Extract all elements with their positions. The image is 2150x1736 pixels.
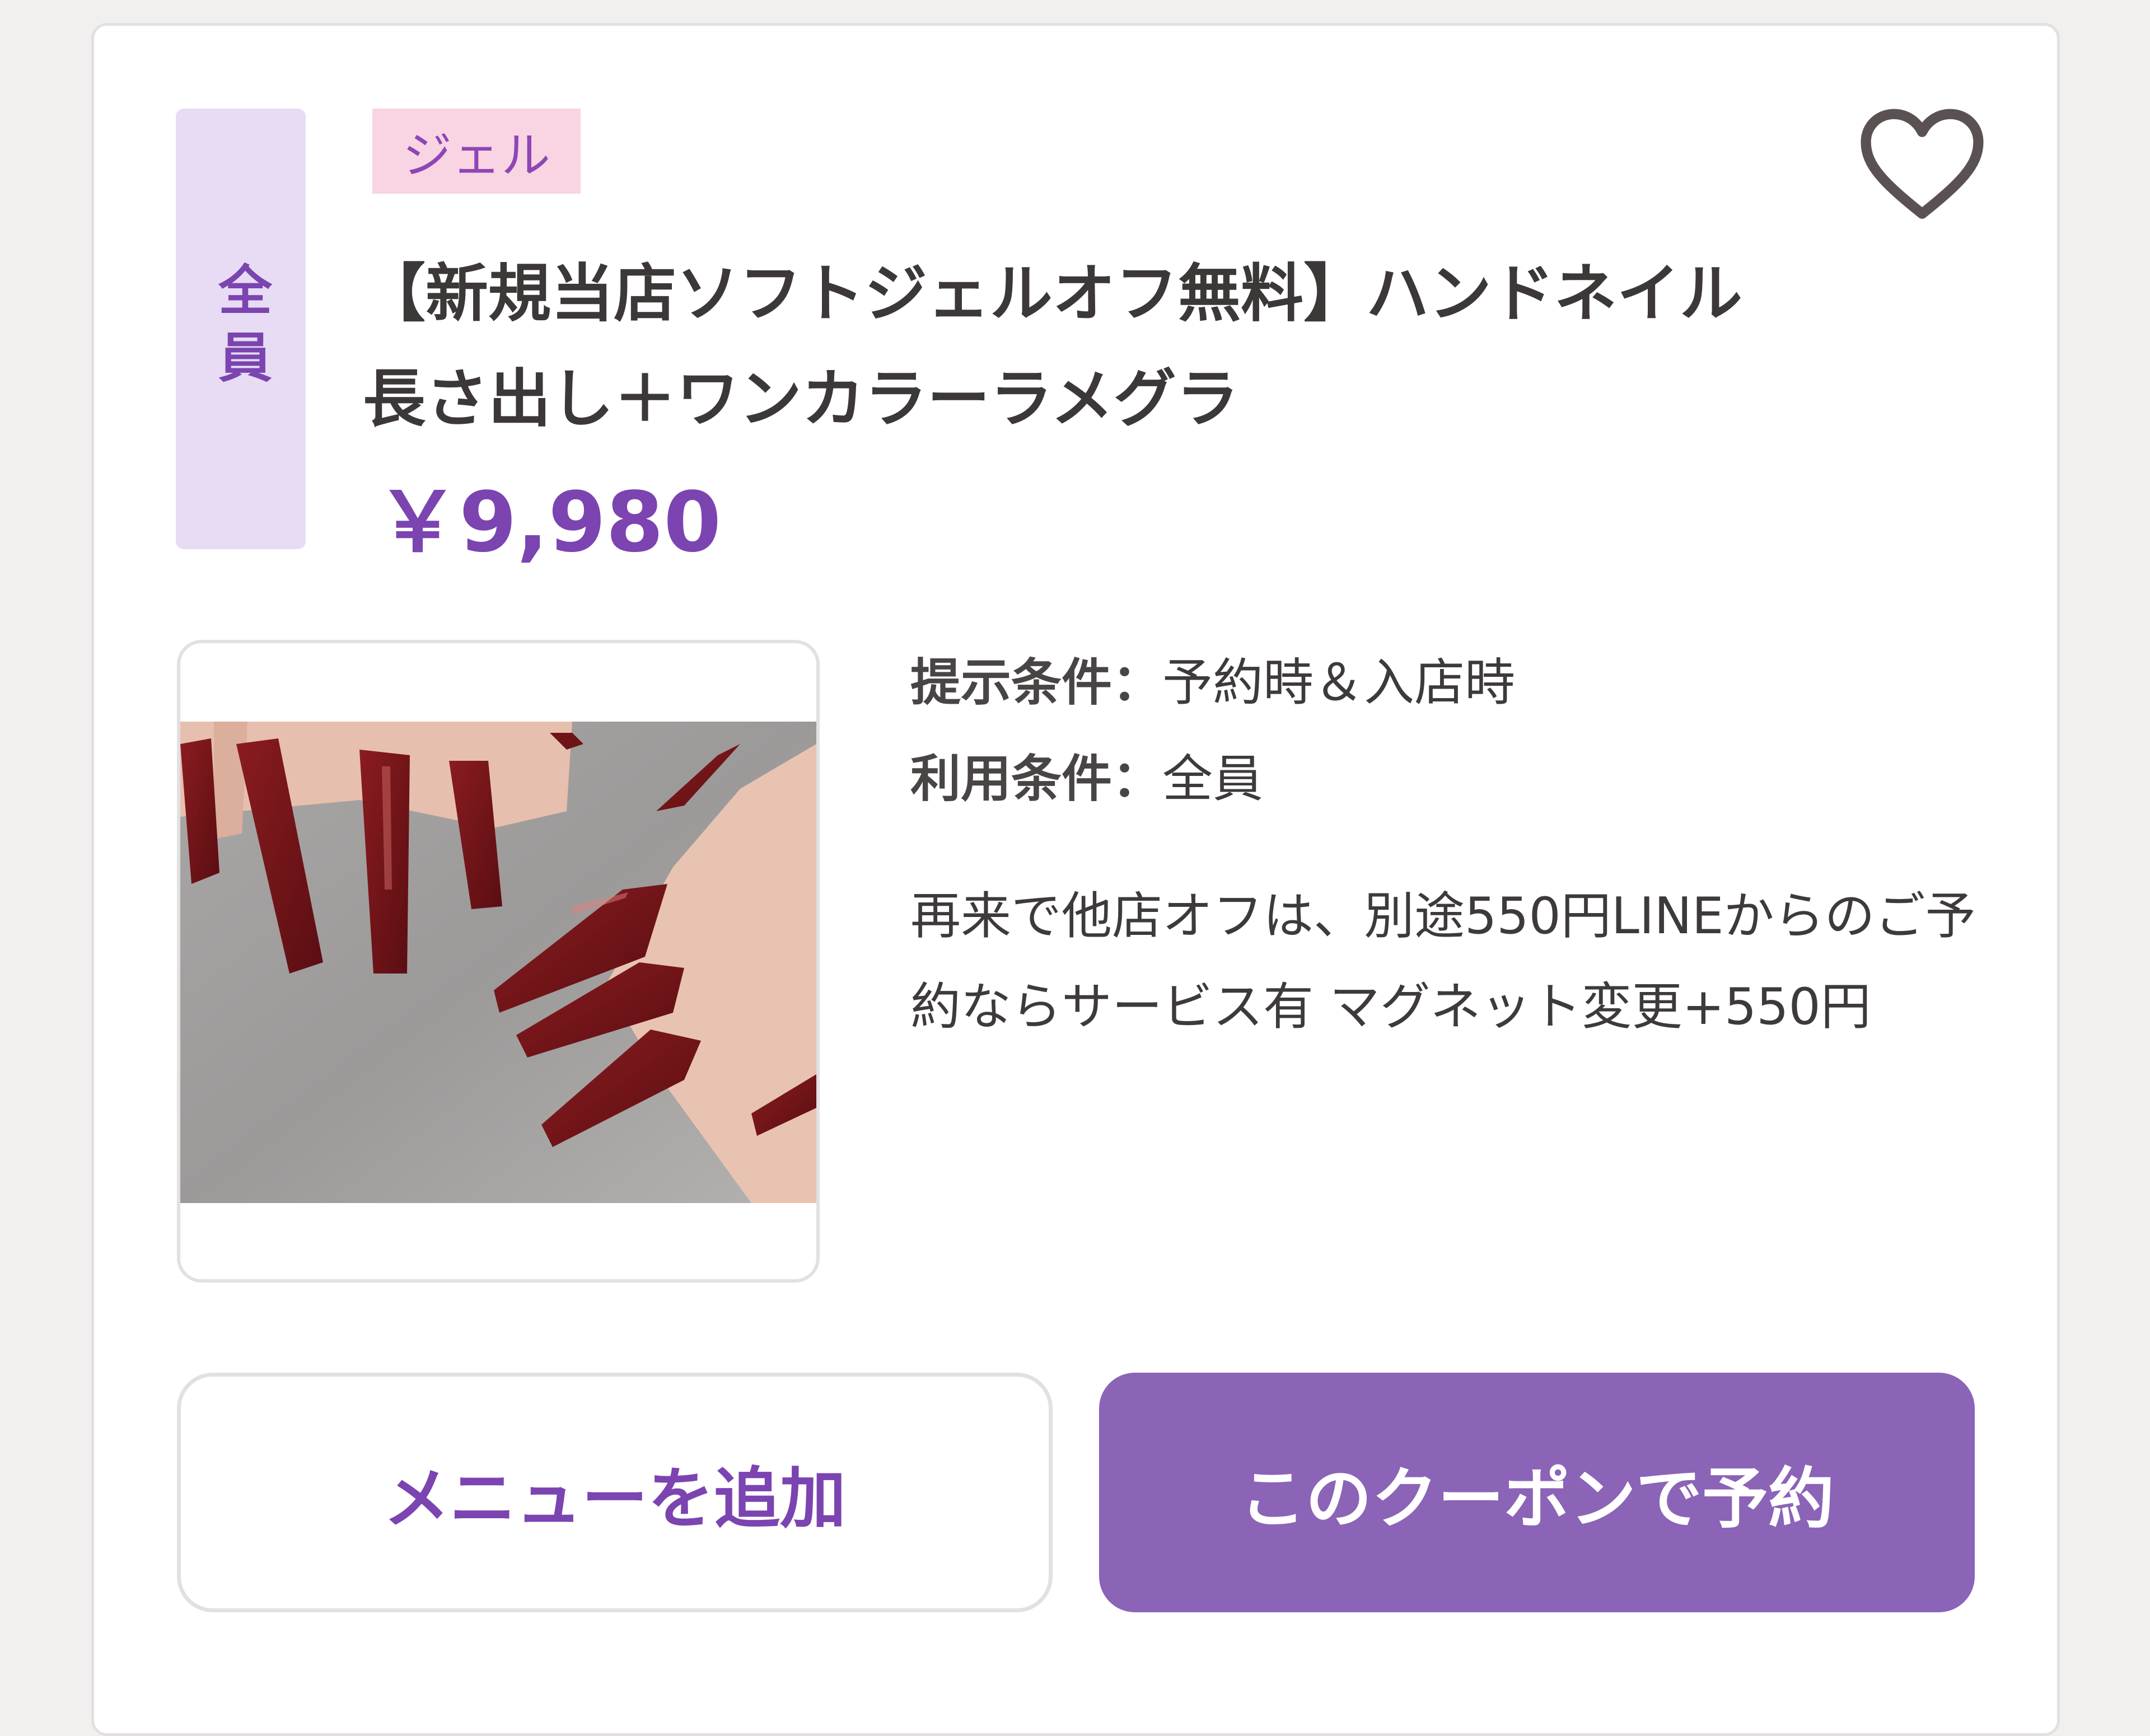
coupon-price: ￥9,980 (376, 474, 722, 570)
condition-label: 利用条件： (910, 750, 1162, 808)
heart-outline-icon (1861, 109, 1984, 219)
reserve-with-coupon-button[interactable]: このクーポンで予約 (1099, 1373, 1975, 1612)
favorite-button[interactable] (1858, 106, 1987, 224)
condition-value: 全員 (1162, 750, 1263, 808)
coupon-title-line2: 長さ出し＋ワンカラーラメグラ (363, 363, 1239, 436)
condition-presentation: 提示条件：予約時＆入店時 (910, 642, 1515, 714)
coupon-title-line1: 【新規当店ソフトジェルオフ無料】ハンドネイル (363, 258, 1742, 330)
add-menu-button[interactable]: メニューを追加 (177, 1373, 1053, 1612)
nail-photo (180, 722, 816, 1203)
condition-value: 予約時＆入店時 (1162, 653, 1515, 712)
target-badge-label: 全員 (209, 261, 272, 396)
coupon-image[interactable] (177, 640, 820, 1283)
category-tag: ジェル (372, 109, 581, 194)
coupon-description: 再来で他店オフは、別途550円LINEからのご予約ならサービス有 マグネット変更… (910, 887, 1976, 1036)
target-badge: 全員 (176, 109, 306, 549)
condition-usage: 利用条件：全員 (910, 738, 1263, 811)
condition-label: 提示条件： (910, 653, 1162, 712)
